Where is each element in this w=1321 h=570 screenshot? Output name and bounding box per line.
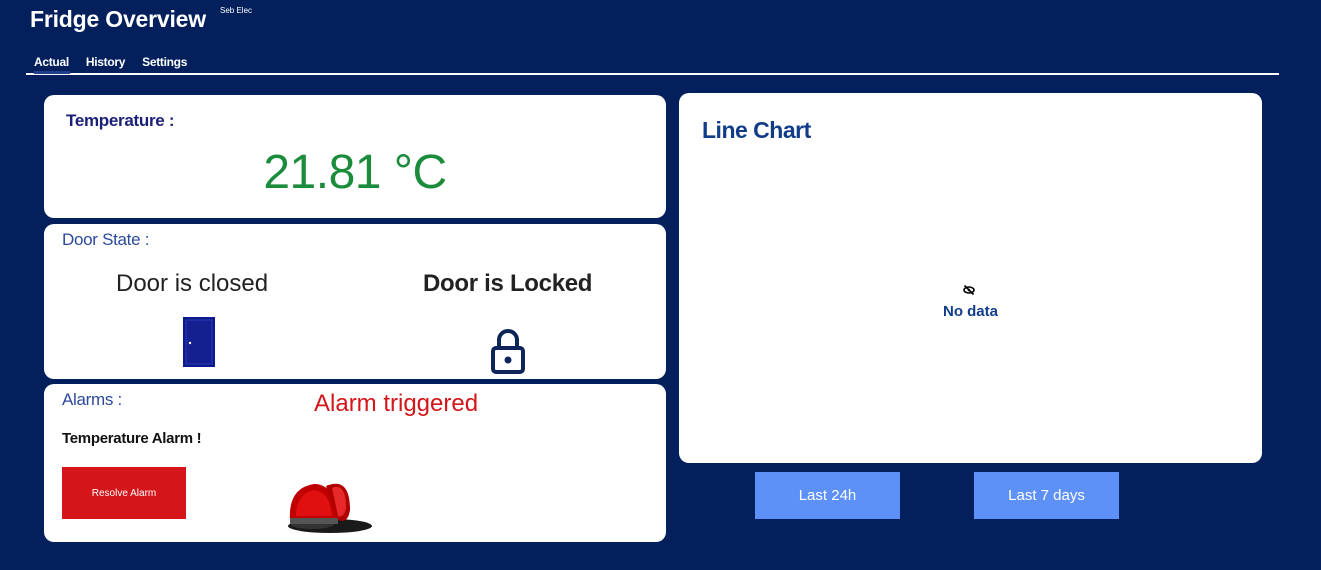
siren-icon xyxy=(276,470,376,541)
alarms-card: Alarms : Alarm triggered Temperature Ala… xyxy=(44,384,666,542)
alarm-status: Alarm triggered xyxy=(314,390,479,417)
eye-off-icon xyxy=(963,283,975,301)
door-state-card: Door State : Door is closed Door is Lock… xyxy=(44,224,666,379)
alarms-label: Alarms : xyxy=(62,390,122,409)
tab-bar: Actual History Settings xyxy=(34,55,204,76)
last-7-days-button[interactable]: Last 7 days xyxy=(974,472,1119,519)
active-tab-indicator xyxy=(34,71,70,74)
alarm-message: Temperature Alarm ! xyxy=(62,430,202,447)
app-subtitle: Seb Elec xyxy=(220,6,253,15)
chart-title: Line Chart xyxy=(702,117,811,143)
line-chart-card: Line Chart No data xyxy=(679,93,1262,463)
resolve-alarm-button[interactable]: Resolve Alarm xyxy=(62,467,186,519)
temperature-label: Temperature : xyxy=(66,111,175,130)
last-24h-button[interactable]: Last 24h xyxy=(755,472,900,519)
door-open-state: Door is closed xyxy=(116,270,269,297)
door-icon xyxy=(182,316,216,373)
tab-actual[interactable]: Actual xyxy=(34,55,69,76)
tab-settings[interactable]: Settings xyxy=(142,55,187,72)
door-state-label: Door State : xyxy=(62,230,150,249)
lock-icon xyxy=(490,328,526,379)
tabs-divider xyxy=(26,73,1279,75)
temperature-value: 21.81 °C xyxy=(263,146,447,199)
app-title: Fridge Overview xyxy=(30,6,206,32)
door-lock-state: Door is Locked xyxy=(423,270,593,297)
tab-history[interactable]: History xyxy=(86,55,126,72)
no-data-text: No data xyxy=(942,303,998,320)
temperature-card: Temperature : 21.81 °C xyxy=(44,95,666,218)
